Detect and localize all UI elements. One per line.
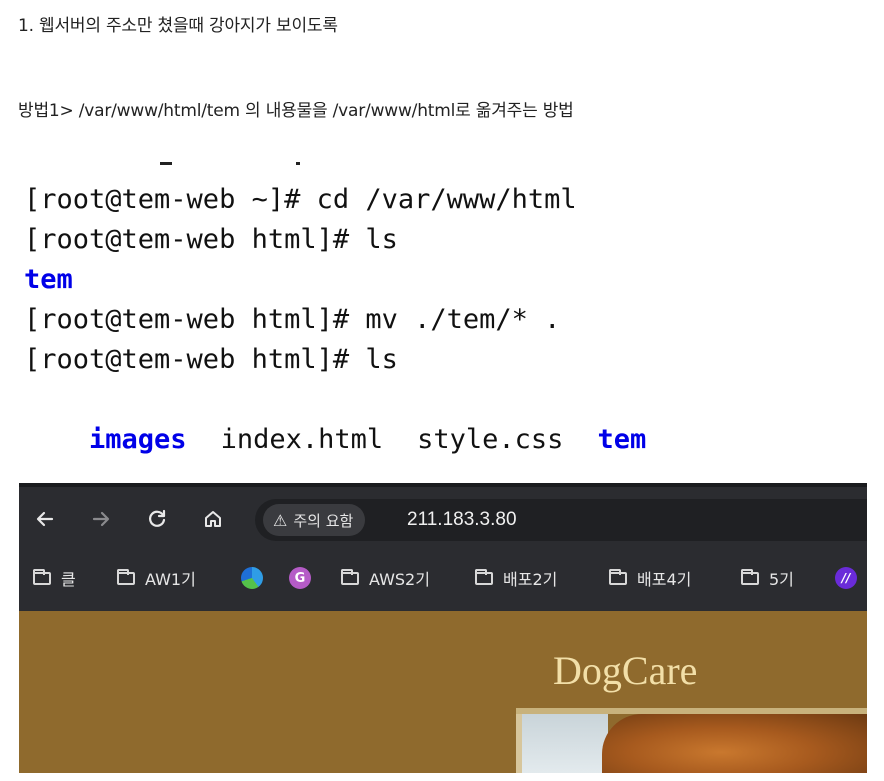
folder-icon [33,568,51,585]
arrow-left-icon [36,511,54,527]
terminal-line-dir: tem [24,264,73,295]
folder-icon [341,568,359,585]
bookmark-label: 5기 [769,570,794,589]
browser-top-border [19,483,867,487]
bookmark-folder-deploy2[interactable]: 배포2기 [475,565,557,591]
bookmark-label: 클 [61,570,76,589]
bookmark-folder-deploy4[interactable]: 배포4기 [609,565,691,591]
folder-icon [609,568,627,585]
bookmarks-bar: 클 AW1기 G AWS2기 배포2기 배포4기 5기 // [19,559,867,599]
security-warning-chip[interactable]: ⚠ 주의 요함 [263,504,366,536]
terminal-line: [root@tem-web html]# ls [24,344,398,375]
warning-label: 주의 요함 [293,511,354,530]
folder-icon [475,568,493,585]
dog-image-area [602,714,867,773]
doc-line-2: 방법1> /var/www/html/tem 의 내용물을 /var/www/h… [18,101,574,121]
image-background [522,714,608,773]
bookmark-edge[interactable] [241,565,263,591]
back-button[interactable] [31,505,59,533]
reload-button[interactable] [143,505,171,533]
bookmark-folder-aw1[interactable]: AW1기 [117,565,196,591]
bookmark-label: 배포4기 [637,570,692,589]
bookmark-folder-5[interactable]: 5기 [741,565,794,591]
bookmark-folder-aws2[interactable]: AWS2기 [341,565,430,591]
warning-triangle-icon: ⚠ [273,510,288,530]
bookmark-label: AW1기 [145,570,196,589]
bookmark-slash[interactable]: // [835,565,857,591]
reload-icon [149,509,166,527]
folder-icon [117,568,135,585]
forward-button[interactable] [87,505,115,533]
dog-hero-image [516,708,867,773]
cropped-text-remnant [20,160,320,170]
terminal-ls-output: images index.html style.css tem [24,380,646,500]
url-text[interactable]: 211.183.3.80 [407,509,517,531]
ls-file-style: style.css [417,424,564,455]
browser-screenshot: ⚠ 주의 요함 211.183.3.80 클 AW1기 G AWS2기 배포2기 [19,483,867,773]
page-title: DogCare [553,648,698,693]
bookmark-folder-1[interactable]: 클 [33,565,76,591]
edge-icon [241,567,263,589]
terminal-line: [root@tem-web html]# ls [24,224,398,255]
slash-icon: // [835,567,857,589]
ls-file-index: index.html [220,424,384,455]
home-icon [205,511,221,527]
terminal-screenshot: [root@tem-web ~]# cd /var/www/html [root… [20,160,660,455]
bookmark-label: AWS2기 [369,570,430,589]
folder-icon [741,568,759,585]
terminal-line: [root@tem-web html]# mv ./tem/* . [24,304,561,335]
doc-line-1: 1. 웹서버의 주소만 쳤을때 강아지가 보이도록 [18,16,338,36]
bookmark-label: 배포2기 [503,570,558,589]
web-page-content: DogCare [19,611,867,773]
ls-dir-images: images [89,424,187,455]
ls-dir-tem: tem [597,424,647,455]
terminal-line: [root@tem-web ~]# cd /var/www/html [24,184,577,215]
home-button[interactable] [199,505,227,533]
g-icon: G [289,567,311,589]
arrow-right-icon [92,511,110,527]
bookmark-g[interactable]: G [289,565,311,591]
address-bar[interactable]: ⚠ 주의 요함 211.183.3.80 [255,499,867,541]
